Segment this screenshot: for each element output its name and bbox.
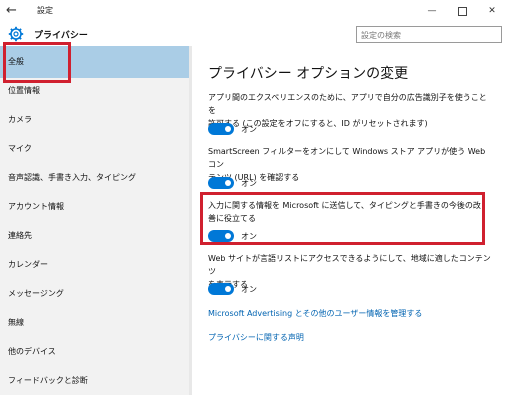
toggle-state-label: オン bbox=[241, 284, 257, 294]
sidebar-item-feedback-diagnostics[interactable]: フィードバックと診断 bbox=[0, 370, 189, 392]
sidebar-item-location[interactable]: 位置情報 bbox=[0, 80, 189, 102]
toggle-state-label: オン bbox=[241, 178, 257, 188]
sidebar-item-microphone[interactable]: マイク bbox=[0, 138, 189, 160]
window-controls: — ✕ bbox=[417, 0, 507, 22]
toggle-switch[interactable] bbox=[208, 177, 234, 189]
sidebar-item-radios[interactable]: 無線 bbox=[0, 312, 189, 334]
toggle-knob bbox=[225, 286, 231, 292]
description-line: SmartScreen フィルターをオンにして Windows ストア アプリが… bbox=[208, 147, 486, 169]
toggle-smartscreen[interactable]: オン bbox=[208, 176, 257, 190]
sidebar-item-label: マイク bbox=[8, 144, 32, 153]
toggle-state-label: オン bbox=[241, 124, 257, 134]
sidebar-item-label: カレンダー bbox=[8, 260, 48, 269]
back-arrow-icon[interactable]: ← bbox=[6, 3, 17, 18]
manage-advertising-link[interactable]: Microsoft Advertising とその他のユーザー情報を管理する bbox=[208, 308, 422, 319]
sidebar-item-label: アカウント情報 bbox=[8, 202, 64, 211]
toggle-knob bbox=[225, 126, 231, 132]
toggle-switch[interactable] bbox=[208, 123, 234, 135]
sidebar-item-label: 位置情報 bbox=[8, 86, 40, 95]
minimize-button[interactable]: — bbox=[417, 0, 447, 22]
sidebar-item-label: 音声認識、手書き入力、タイピング bbox=[8, 173, 136, 182]
sidebar-item-label: カメラ bbox=[8, 115, 32, 124]
toggle-knob bbox=[225, 180, 231, 186]
toggle-advertising-id[interactable]: オン bbox=[208, 122, 257, 136]
description-line: Web サイトが言語リストにアクセスできるようにして、地域に適したコンテンツ bbox=[208, 254, 491, 276]
sidebar-item-other-devices[interactable]: 他のデバイス bbox=[0, 341, 189, 363]
title-bar: ← 設定 — ✕ bbox=[0, 0, 507, 22]
maximize-icon bbox=[457, 6, 467, 16]
annotation-box-typing-setting bbox=[200, 192, 485, 245]
privacy-statement-link[interactable]: プライバシーに関する声明 bbox=[208, 332, 304, 343]
sidebar-item-account-info[interactable]: アカウント情報 bbox=[0, 196, 189, 218]
sidebar-item-label: メッセージング bbox=[8, 289, 64, 298]
gear-icon bbox=[8, 26, 24, 42]
sidebar-item-messaging[interactable]: メッセージング bbox=[0, 283, 189, 305]
window-title: 設定 bbox=[37, 6, 53, 15]
toggle-switch[interactable] bbox=[208, 283, 234, 295]
sidebar-item-label: 他のデバイス bbox=[8, 347, 56, 356]
close-button[interactable]: ✕ bbox=[477, 0, 507, 22]
toggle-language-list[interactable]: オン bbox=[208, 282, 257, 296]
section-heading: プライバシー オプションの変更 bbox=[208, 66, 409, 82]
maximize-button[interactable] bbox=[447, 0, 477, 22]
page-header: プライバシー 設定の検索 bbox=[0, 22, 507, 46]
annotation-box-general bbox=[3, 42, 71, 83]
sidebar-item-calendar[interactable]: カレンダー bbox=[0, 254, 189, 276]
sidebar-item-camera[interactable]: カメラ bbox=[0, 109, 189, 131]
sidebar: 全般 位置情報 カメラ マイク 音声認識、手書き入力、タイピング アカウント情報… bbox=[0, 46, 189, 395]
sidebar-item-label: フィードバックと診断 bbox=[8, 376, 88, 385]
description-line: アプリ間のエクスペリエンスのために、アプリで自分の広告識別子を使うことを bbox=[208, 93, 487, 115]
sidebar-item-speech-inking-typing[interactable]: 音声認識、手書き入力、タイピング bbox=[0, 167, 189, 189]
sidebar-item-contacts[interactable]: 連絡先 bbox=[0, 225, 189, 247]
search-input[interactable]: 設定の検索 bbox=[356, 26, 502, 43]
page-title: プライバシー bbox=[34, 31, 88, 41]
sidebar-item-label: 連絡先 bbox=[8, 231, 32, 240]
sidebar-item-label: 無線 bbox=[8, 318, 24, 327]
